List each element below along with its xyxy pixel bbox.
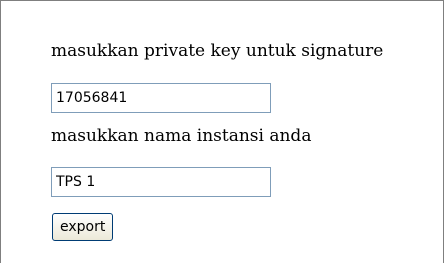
instance-name-label: masukkan nama instansi anda [51,126,312,146]
instance-name-input[interactable] [51,167,271,197]
private-key-label: masukkan private key untuk signature [51,41,384,61]
export-button[interactable]: export [52,213,114,241]
form-panel: masukkan private key untuk signature mas… [0,0,444,263]
private-key-input[interactable] [51,83,271,113]
